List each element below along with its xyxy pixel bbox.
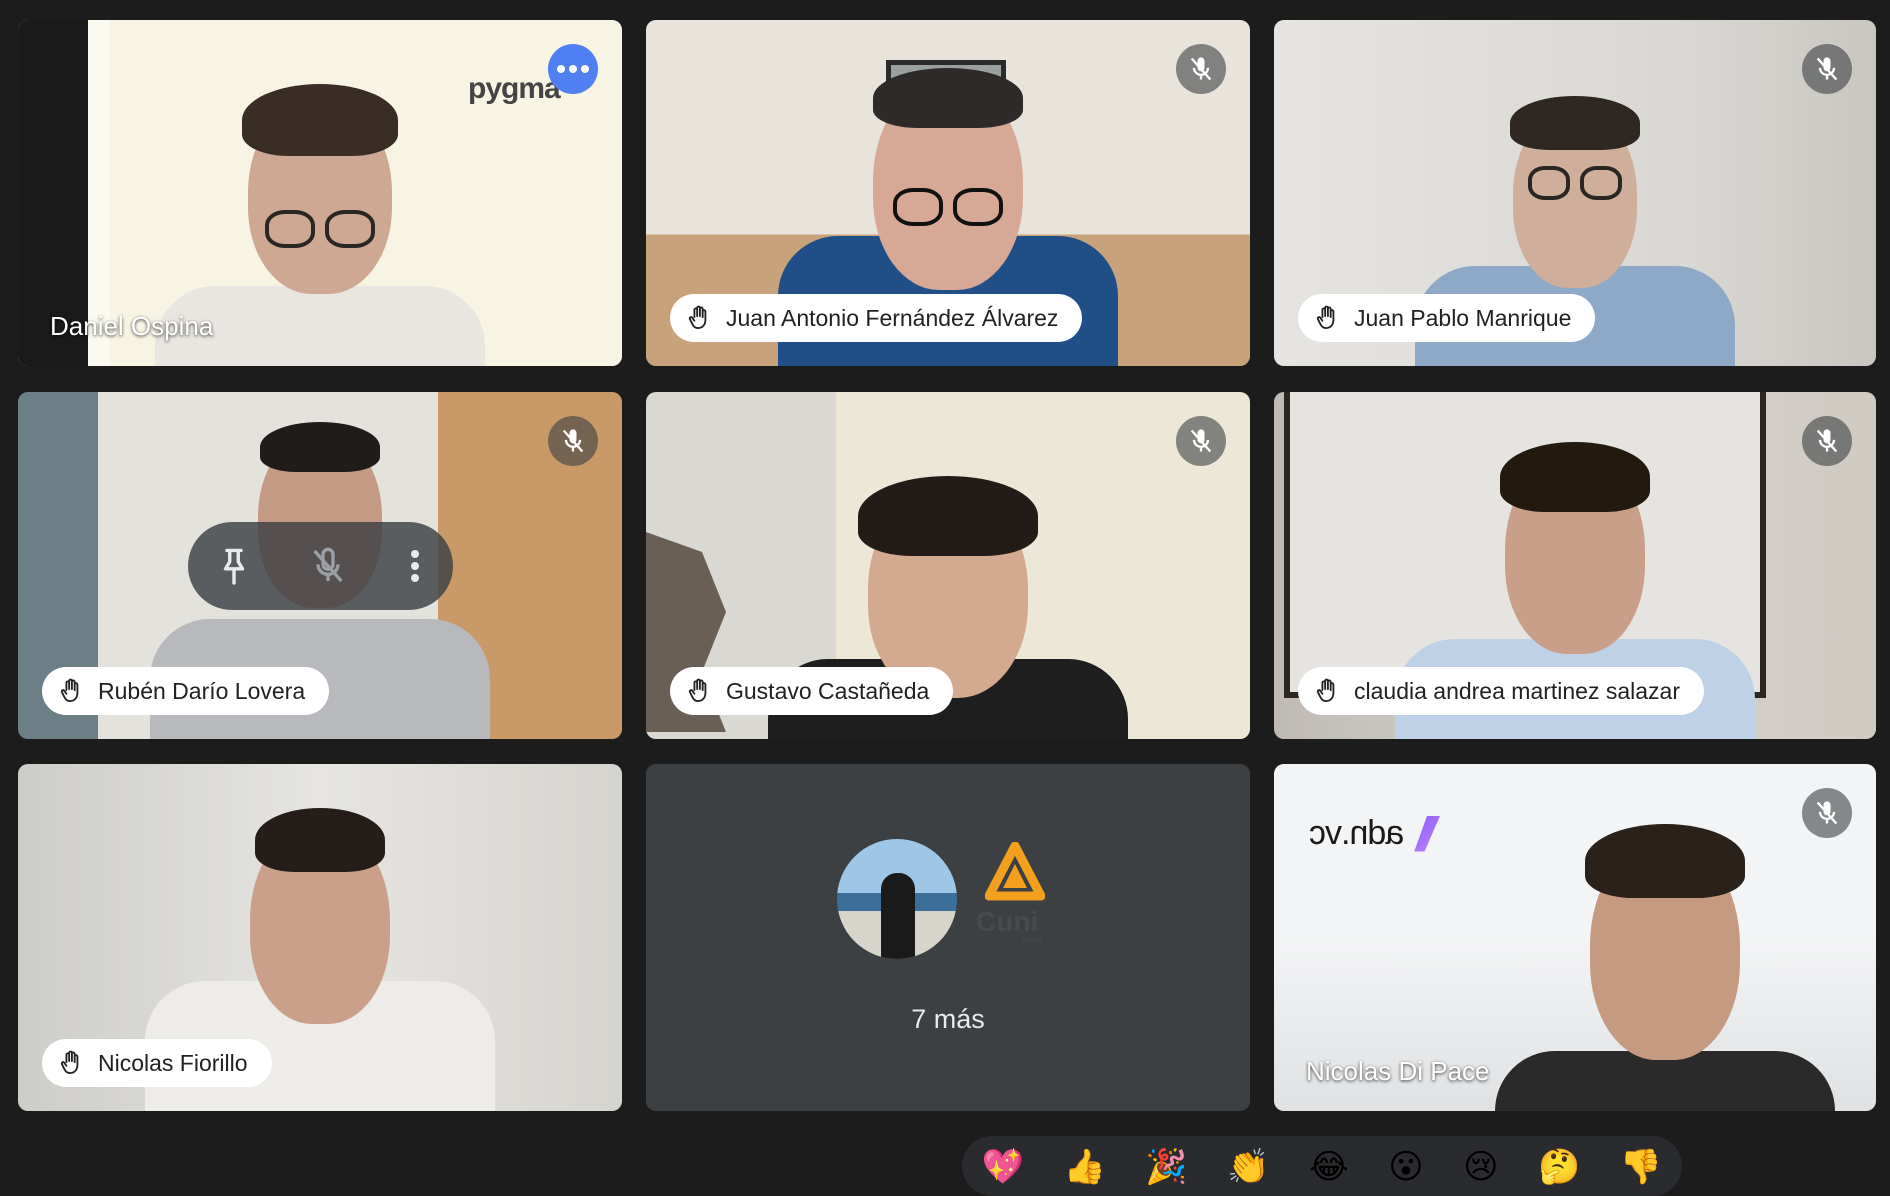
mic-off-icon — [1816, 57, 1838, 81]
background-logo: pygma — [468, 72, 561, 105]
participant-name-pill: Nicolas Fiorillo — [42, 1039, 272, 1087]
mic-off-icon — [1190, 57, 1212, 81]
glasses — [1528, 166, 1622, 200]
participant-name: Daniel Ospina — [50, 311, 214, 341]
reaction-heart-button[interactable]: 💖 — [982, 1150, 1024, 1184]
background-logo: adn.vc — [1310, 814, 1441, 853]
triangle-logo-icon — [985, 842, 1045, 901]
glasses — [265, 210, 375, 248]
company-logo: Cuni Metal — [970, 842, 1060, 952]
mic-off-indicator — [1176, 416, 1226, 466]
participant-name-pill: claudia andrea martinez salazar — [1298, 667, 1705, 715]
logo-subtext: Metal — [1022, 936, 1042, 945]
participant-name: Nicolas Di Pace — [1306, 1056, 1490, 1086]
participant-name: Gustavo Castañeda — [726, 677, 930, 704]
participant-name-pill: Juan Pablo Manrique — [1298, 294, 1596, 342]
participant-name: Nicolas Fiorillo — [98, 1049, 248, 1076]
participant-tile-juan-antonio[interactable]: Juan Antonio Fernández Álvarez — [646, 20, 1250, 366]
person-hair — [1510, 96, 1640, 150]
reaction-party-button[interactable]: 🎉 — [1145, 1150, 1187, 1184]
participant-name-pill: Rubén Darío Lovera — [42, 667, 330, 715]
more-vert-button[interactable] — [405, 546, 425, 586]
glasses — [893, 188, 1003, 226]
more-options-button[interactable] — [548, 44, 598, 94]
mic-off-icon — [1190, 429, 1212, 453]
reaction-surprised-button[interactable]: 😮 — [1388, 1150, 1423, 1184]
participant-name-pill: Gustavo Castañeda — [670, 667, 954, 715]
background-logo-text: adn.vc — [1310, 814, 1405, 852]
hand-raise-icon — [1316, 305, 1335, 330]
participant-tile-juan-pablo[interactable]: Juan Pablo Manrique — [1274, 20, 1876, 366]
person-hair — [873, 68, 1023, 128]
hand-raise-icon — [60, 678, 79, 702]
participant-tile-claudia[interactable]: claudia andrea martinez salazar — [1274, 392, 1876, 739]
reaction-sad-button[interactable]: 😢 — [1463, 1150, 1498, 1184]
participant-name: claudia andrea martinez salazar — [1354, 677, 1681, 704]
more-count-label: 7 más — [911, 1004, 985, 1034]
hand-raise-icon — [60, 1050, 79, 1075]
brand-mark-icon — [1414, 815, 1441, 852]
reaction-thumbs-down-button[interactable]: 👎 — [1620, 1150, 1662, 1184]
tile-hover-controls — [188, 522, 453, 610]
person-hair — [260, 422, 380, 472]
mic-off-indicator — [1176, 44, 1226, 94]
mic-off-indicator — [1802, 44, 1852, 94]
mute-participant-button[interactable] — [308, 546, 348, 586]
person-hair — [242, 84, 398, 156]
logo-text: Cuni — [976, 906, 1039, 937]
mic-off-indicator — [548, 416, 598, 466]
participant-tile-nicolas-di-pace[interactable]: adn.vc Nicolas Di Pace — [1274, 764, 1876, 1111]
hand-raise-icon — [688, 678, 707, 702]
person-hair — [858, 476, 1038, 556]
mic-off-indicator — [1802, 416, 1852, 466]
avatar — [834, 836, 960, 962]
participant-tile-ruben-dario[interactable]: Rubén Darío Lovera — [18, 392, 622, 739]
mic-off-icon — [1816, 429, 1838, 453]
mic-off-icon — [1816, 801, 1838, 825]
mic-off-indicator — [1802, 788, 1852, 838]
hand-raise-icon — [688, 305, 707, 330]
more-participants-tile[interactable]: Cuni Metal 7 más — [646, 764, 1250, 1111]
reaction-laugh-button[interactable]: 😂 — [1309, 1150, 1349, 1184]
reactions-bar: 💖 👍 🎉 👏 😂 😮 😢 🤔 👎 — [962, 1136, 1682, 1196]
participant-tile-daniel-ospina[interactable]: pygma Daniel Ospina — [18, 20, 622, 366]
participant-name: Juan Antonio Fernández Álvarez — [726, 304, 1059, 331]
participant-name: Juan Pablo Manrique — [1354, 304, 1572, 331]
reaction-thumbs-up-button[interactable]: 👍 — [1064, 1150, 1106, 1184]
person-hair — [1585, 824, 1746, 898]
reaction-thinking-button[interactable]: 🤔 — [1538, 1150, 1580, 1184]
person-hair — [1500, 442, 1650, 512]
pin-button[interactable] — [217, 546, 251, 586]
person-body — [1495, 1051, 1836, 1111]
participant-name: Rubén Darío Lovera — [98, 677, 306, 704]
mic-off-icon — [562, 429, 584, 453]
participant-name-pill: Juan Antonio Fernández Álvarez — [670, 294, 1083, 342]
person-hair — [255, 808, 385, 872]
reaction-clap-button[interactable]: 👏 — [1227, 1150, 1269, 1184]
hand-raise-icon — [1316, 678, 1335, 702]
participant-tile-gustavo[interactable]: Gustavo Castañeda — [646, 392, 1250, 739]
avatar-person — [881, 873, 915, 959]
participant-tile-nicolas-fiorillo[interactable]: Nicolas Fiorillo — [18, 764, 622, 1111]
